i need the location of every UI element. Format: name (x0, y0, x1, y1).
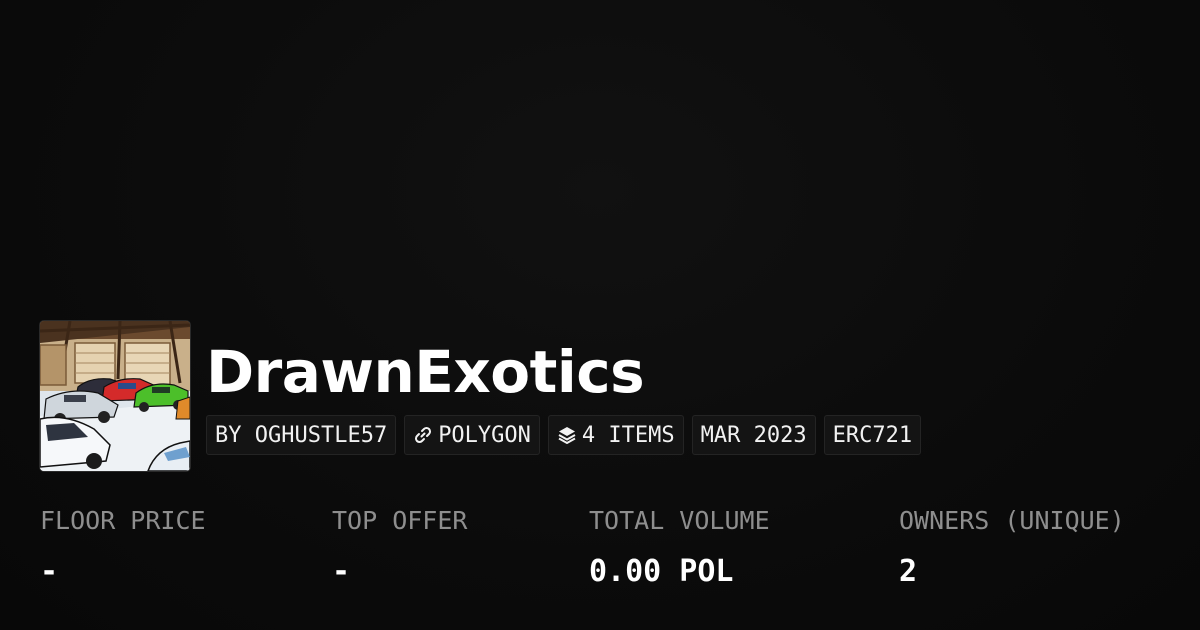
total-volume-label: TOTAL VOLUME (589, 506, 770, 535)
creator-tag-label: BY OGHUSTLE57 (215, 422, 388, 448)
standard-tag: ERC721 (823, 415, 922, 455)
link-icon (413, 425, 433, 445)
top-offer-value: - (332, 554, 351, 589)
collection-avatar (40, 321, 190, 471)
floor-price-value: - (40, 554, 59, 589)
creator-tag[interactable]: BY OGHUSTLE57 (206, 415, 397, 455)
owners-label: OWNERS (UNIQUE) (899, 506, 1125, 535)
collection-title: DrawnExotics (206, 338, 645, 406)
items-tag-label: 4 ITEMS (581, 422, 675, 448)
date-tag-label: MAR 2023 (700, 422, 807, 448)
collection-avatar-image (40, 321, 190, 471)
total-volume-value: 0.00 POL (589, 554, 734, 589)
chain-tag[interactable]: POLYGON (404, 415, 540, 455)
top-offer-stat: TOP OFFER - (332, 503, 467, 591)
floor-price-label: FLOOR PRICE (40, 506, 206, 535)
collection-card: DrawnExotics BY OGHUSTLE57 POLYGON 4 ITE… (0, 0, 1200, 630)
chain-tag-label: POLYGON (438, 422, 531, 448)
items-tag[interactable]: 4 ITEMS (547, 415, 684, 455)
owners-value: 2 (899, 554, 918, 589)
layers-icon (557, 425, 577, 445)
standard-tag-label: ERC721 (832, 422, 913, 448)
owners-stat: OWNERS (UNIQUE) 2 (899, 503, 1125, 591)
top-offer-label: TOP OFFER (332, 506, 468, 535)
floor-price-stat: FLOOR PRICE - (40, 503, 206, 591)
date-tag: MAR 2023 (691, 415, 816, 455)
collection-tags: BY OGHUSTLE57 POLYGON 4 ITEMS MAR 2023 E… (206, 415, 922, 455)
total-volume-stat: TOTAL VOLUME 0.00 POL (589, 503, 770, 591)
